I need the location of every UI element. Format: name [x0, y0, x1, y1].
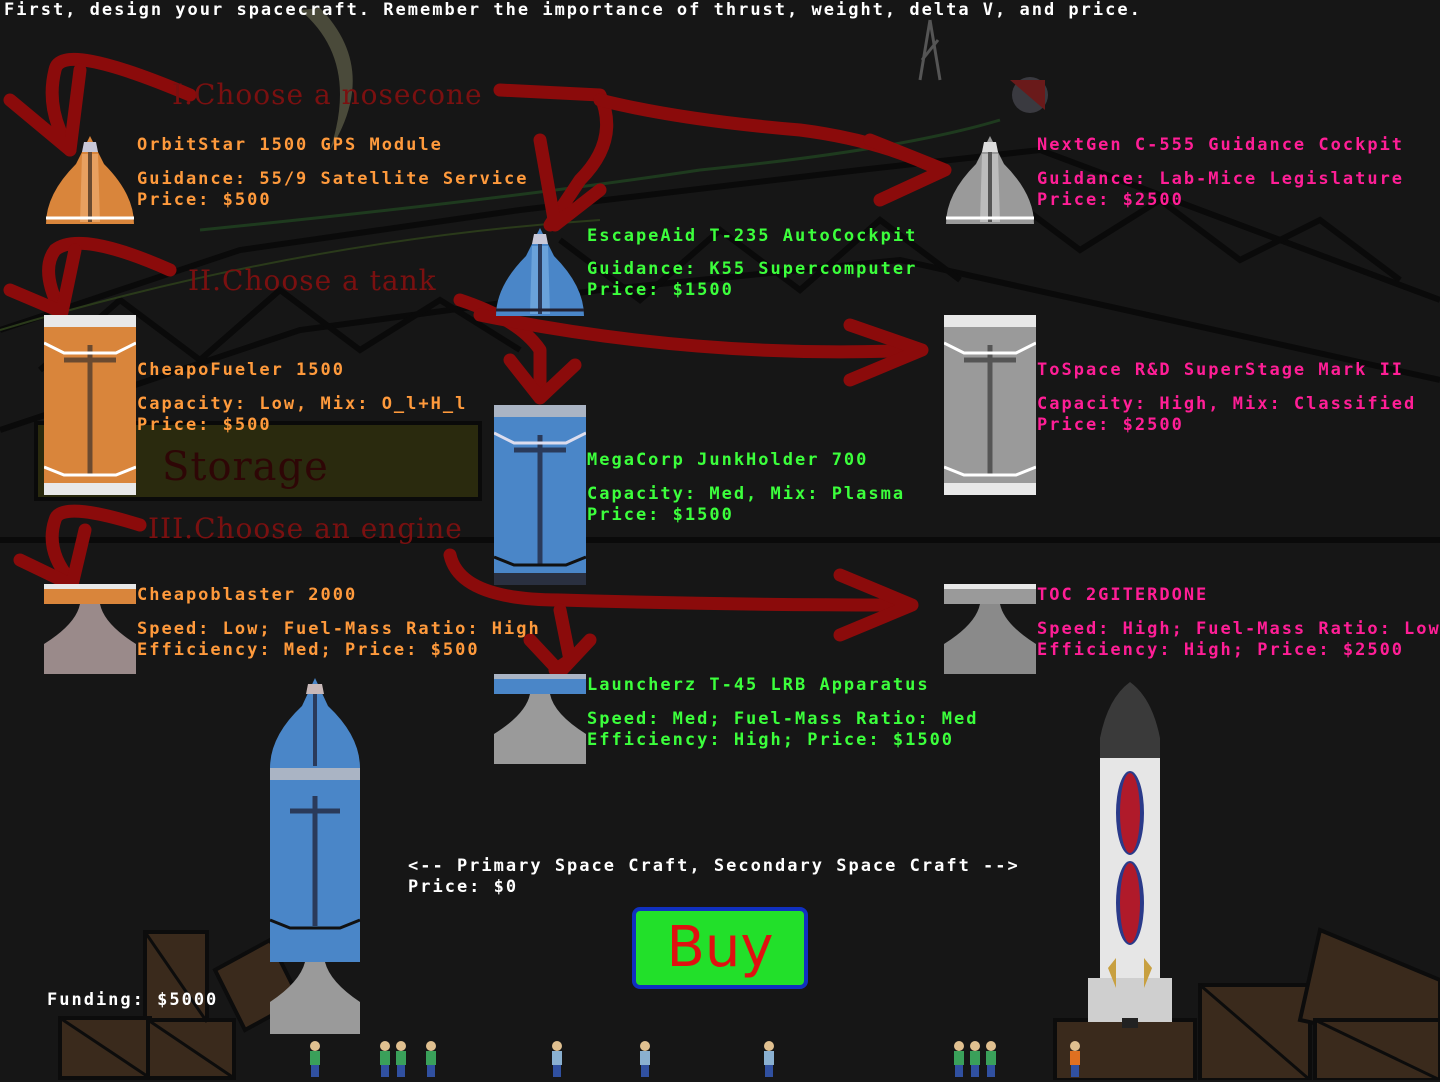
- nosecone-nextgen[interactable]: [944, 134, 1036, 226]
- step-nosecone-label: I.Choose a nosecone: [172, 78, 483, 111]
- tank-cheapofueler-price: Price: $500: [137, 415, 272, 435]
- radio-tower: [918, 19, 942, 81]
- worker: [952, 1040, 966, 1082]
- nosecone-escapeaid-price: Price: $1500: [587, 280, 734, 300]
- nosecone-orbitstar-price: Price: $500: [137, 190, 272, 210]
- nosecone-orbitstar[interactable]: [44, 134, 136, 226]
- buy-button[interactable]: Buy: [632, 907, 808, 989]
- tank-cheapofueler-name: CheapoFueler 1500: [137, 360, 345, 380]
- worker: [984, 1040, 998, 1082]
- tank-megacorp-capacity: Capacity: Med, Mix: Plasma: [587, 484, 906, 504]
- engine-cheapoblaster[interactable]: [44, 584, 136, 676]
- tank-megacorp-name: MegaCorp JunkHolder 700: [587, 450, 869, 470]
- tank-tospace-capacity: Capacity: High, Mix: Classified: [1037, 394, 1417, 414]
- worker: [394, 1040, 408, 1082]
- engine-cheapoblaster-speed: Speed: Low; Fuel-Mass Ratio: High: [137, 619, 541, 639]
- tank-megacorp[interactable]: [494, 405, 586, 585]
- craft-price: Price: $0: [408, 877, 519, 897]
- nosecone-orbitstar-name: OrbitStar 1500 GPS Module: [137, 135, 443, 155]
- engine-cheapoblaster-name: Cheapoblaster 2000: [137, 585, 358, 605]
- worker: [638, 1040, 652, 1082]
- worker: [762, 1040, 776, 1082]
- craft-switch-label[interactable]: <-- Primary Space Craft, Secondary Space…: [408, 856, 1020, 877]
- nosecone-orbitstar-guidance: Guidance: 55/9 Satellite Service: [137, 169, 529, 189]
- nosecone-escapeaid-guidance: Guidance: K55 Supercomputer: [587, 259, 918, 279]
- nosecone-nextgen-guidance: Guidance: Lab-Mice Legislature: [1037, 169, 1405, 189]
- worker: [968, 1040, 982, 1082]
- engine-toc-efficiency: Efficiency: High; Price: $2500: [1037, 640, 1405, 660]
- engine-toc-name: TOC 2GITERDONE: [1037, 585, 1209, 605]
- nosecone-escapeaid-name: EscapeAid T-235 AutoCockpit: [587, 226, 918, 246]
- storage-label: Storage: [162, 444, 329, 490]
- step-engine-label: III.Choose an engine: [148, 512, 463, 545]
- engine-launcherz-speed: Speed: Med; Fuel-Mass Ratio: Med: [587, 709, 979, 729]
- nosecone-nextgen-price: Price: $2500: [1037, 190, 1184, 210]
- tank-tospace-price: Price: $2500: [1037, 415, 1184, 435]
- tank-cheapofueler[interactable]: [44, 315, 136, 495]
- engine-cheapoblaster-efficiency: Efficiency: Med; Price: $500: [137, 640, 480, 660]
- nosecone-escapeaid[interactable]: [494, 226, 586, 318]
- worker: [308, 1040, 322, 1082]
- tank-cheapofueler-capacity: Capacity: Low, Mix: O_l+H_l: [137, 394, 468, 414]
- engine-toc-speed: Speed: High; Fuel-Mass Ratio: Low: [1037, 619, 1440, 639]
- engine-launcherz-name: Launcherz T-45 LRB Apparatus: [587, 675, 930, 695]
- worker: [1068, 1040, 1082, 1082]
- tank-tospace-name: ToSpace R&D SuperStage Mark II: [1037, 360, 1405, 380]
- step-tank-label: II.Choose a tank: [188, 264, 437, 297]
- engine-toc[interactable]: [944, 584, 1036, 676]
- tank-megacorp-price: Price: $1500: [587, 505, 734, 525]
- instructions-header: First, design your spacecraft. Remember …: [4, 0, 1142, 20]
- worker: [550, 1040, 564, 1082]
- secondary-craft[interactable]: [1082, 678, 1178, 1030]
- assembled-craft-preview: [268, 676, 362, 1036]
- tank-tospace[interactable]: [944, 315, 1036, 495]
- engine-launcherz-efficiency: Efficiency: High; Price: $1500: [587, 730, 955, 750]
- funding-label: Funding: $5000: [47, 990, 219, 1010]
- nosecone-nextgen-name: NextGen C-555 Guidance Cockpit: [1037, 135, 1405, 155]
- worker: [378, 1040, 392, 1082]
- engine-launcherz[interactable]: [494, 674, 586, 766]
- worker: [424, 1040, 438, 1082]
